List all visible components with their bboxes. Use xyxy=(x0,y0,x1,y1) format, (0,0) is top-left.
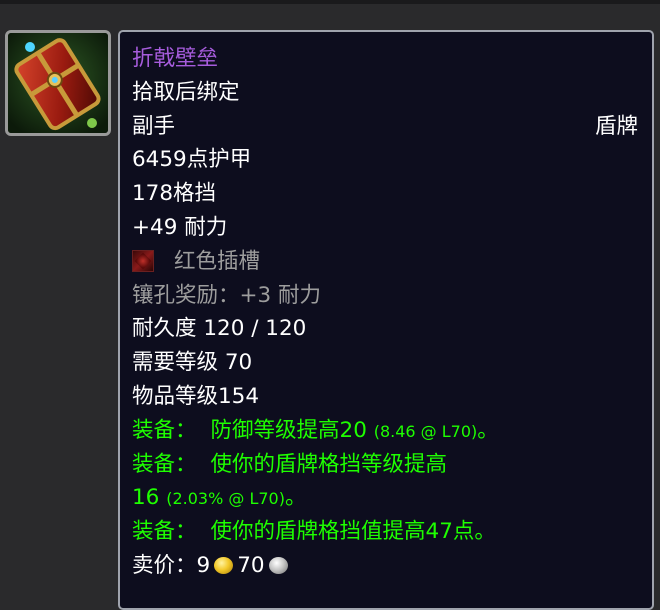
equip-text: 使你的盾牌格挡值提高47点。 xyxy=(210,519,496,545)
sell-price-label: 卖价： xyxy=(132,552,197,578)
slot-row: 副手 盾牌 xyxy=(132,110,640,144)
equip-prefix: 装备： xyxy=(132,519,197,545)
socket-row: 红色插槽 xyxy=(132,245,640,279)
equip-suffix: 。 xyxy=(477,417,499,443)
required-level-text: 需要等级 70 xyxy=(132,350,253,376)
armor-text: 6459点护甲 xyxy=(132,147,252,173)
item-tooltip: 折戟壁垒 拾取后绑定 副手 盾牌 6459点护甲 178格挡 +49 耐力 红色… xyxy=(118,30,654,610)
item-type-text: 盾牌 xyxy=(594,113,638,139)
gold-coin-icon xyxy=(214,556,234,574)
durability-text: 耐久度 120 / 120 xyxy=(132,316,307,342)
equip-effect-2-cont: 16 (2.03% @ L70)。 xyxy=(132,481,640,515)
item-name: 折戟壁垒 xyxy=(132,46,219,71)
shield-item-icon[interactable] xyxy=(5,30,111,136)
socket-bonus-text: 镶孔奖励：+3 耐力 xyxy=(132,282,322,308)
sell-price-row: 卖价：9 70 xyxy=(132,549,640,583)
equip-prefix: 装备： xyxy=(132,417,197,443)
equip-effect-3: 装备： 使你的盾牌格挡值提高47点。 xyxy=(132,515,640,549)
block-text: 178格挡 xyxy=(132,181,217,207)
equip-note: (2.03% @ L70) xyxy=(166,489,285,509)
equip-effect-1: 装备： 防御等级提高20 (8.46 @ L70)。 xyxy=(132,414,640,448)
stamina-text: +49 耐力 xyxy=(132,214,228,240)
equip-suffix: 。 xyxy=(284,485,307,511)
equip-text-2: 16 xyxy=(132,485,160,511)
item-level-text: 物品等级154 xyxy=(132,383,260,409)
equip-text: 防御等级提高20 xyxy=(210,417,367,443)
socket-label: 红色插槽 xyxy=(174,248,261,274)
equip-note: (8.46 @ L70) xyxy=(373,421,478,441)
silver-amount: 70 xyxy=(237,552,265,578)
equip-text: 使你的盾牌格挡等级提高 xyxy=(210,451,448,477)
equip-effect-2: 装备： 使你的盾牌格挡等级提高 xyxy=(132,448,640,482)
slot-text: 副手 xyxy=(132,113,176,139)
gold-amount: 9 xyxy=(196,552,211,578)
equip-prefix: 装备： xyxy=(132,451,197,477)
top-strip xyxy=(0,0,660,4)
red-socket-icon xyxy=(132,249,154,272)
silver-coin-icon xyxy=(268,556,288,574)
binding-text: 拾取后绑定 xyxy=(132,79,240,105)
